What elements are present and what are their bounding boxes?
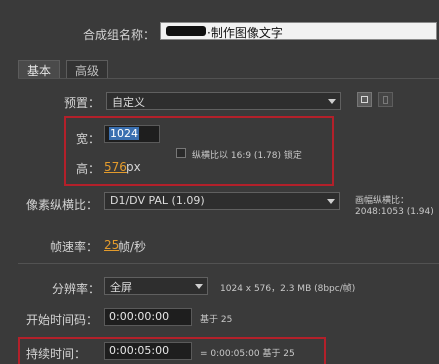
chevron-down-icon: [327, 199, 335, 204]
preset-value: 自定义: [112, 96, 145, 109]
start-timecode-label: 开始时间码：: [26, 313, 99, 327]
frame-aspect-value: 2048:1053 (1.94): [355, 207, 434, 217]
width-input[interactable]: 1024: [104, 125, 160, 143]
height-unit: px: [126, 160, 141, 174]
lock-aspect-checkbox[interactable]: [176, 148, 186, 158]
duration-value: 0:00:05:00: [109, 344, 170, 357]
tab-divider: [18, 78, 439, 79]
save-preset-icon[interactable]: [357, 92, 372, 107]
delete-preset-icon[interactable]: [378, 92, 393, 107]
start-timecode-value: 0:00:00:00: [109, 310, 170, 323]
preset-label: 预置：: [64, 96, 101, 110]
duration-input[interactable]: 0:00:05:00: [104, 342, 192, 360]
duration-equals: = 0:00:05:00 基于 25: [200, 349, 295, 359]
tab-basic[interactable]: 基本: [18, 60, 61, 78]
start-timecode-base: 基于 25: [200, 315, 233, 325]
tab-advanced[interactable]: 高级: [66, 60, 109, 78]
pixel-aspect-label: 像素纵横比：: [26, 198, 99, 212]
frame-aspect-label: 画幅纵横比：: [355, 196, 410, 206]
height-value[interactable]: 576: [104, 160, 127, 174]
chevron-down-icon: [328, 99, 336, 104]
duration-label: 持续时间：: [26, 347, 87, 361]
comp-name-label: 合成组名称：: [83, 28, 156, 42]
height-label: 高：: [76, 162, 101, 176]
section-divider: [18, 263, 439, 264]
preset-dropdown[interactable]: 自定义: [106, 92, 341, 110]
start-timecode-input[interactable]: 0:00:00:00: [104, 308, 192, 326]
redaction-mark: [166, 26, 206, 36]
resolution-value: 全屏: [110, 281, 132, 294]
frame-rate-label: 帧速率：: [50, 240, 99, 254]
width-value: 1024: [109, 127, 139, 140]
resolution-label: 分辨率：: [52, 282, 101, 296]
frame-rate-unit: 帧/秒: [118, 240, 147, 254]
width-label: 宽：: [76, 132, 101, 146]
resolution-info: 1024 x 576，2.3 MB (8bpc/帧): [220, 284, 356, 294]
frame-rate-value[interactable]: 25: [104, 238, 119, 252]
pixel-aspect-dropdown[interactable]: D1/DV PAL (1.09): [104, 192, 340, 210]
lock-aspect-label: 纵横比以 16:9 (1.78) 锁定: [192, 151, 302, 161]
resolution-dropdown[interactable]: 全屏: [104, 277, 208, 295]
comp-name-value: ·制作图像文字: [207, 26, 283, 40]
pixel-aspect-value: D1/DV PAL (1.09): [110, 194, 205, 207]
comp-name-field[interactable]: ·制作图像文字: [160, 22, 437, 40]
chevron-down-icon: [195, 284, 203, 289]
